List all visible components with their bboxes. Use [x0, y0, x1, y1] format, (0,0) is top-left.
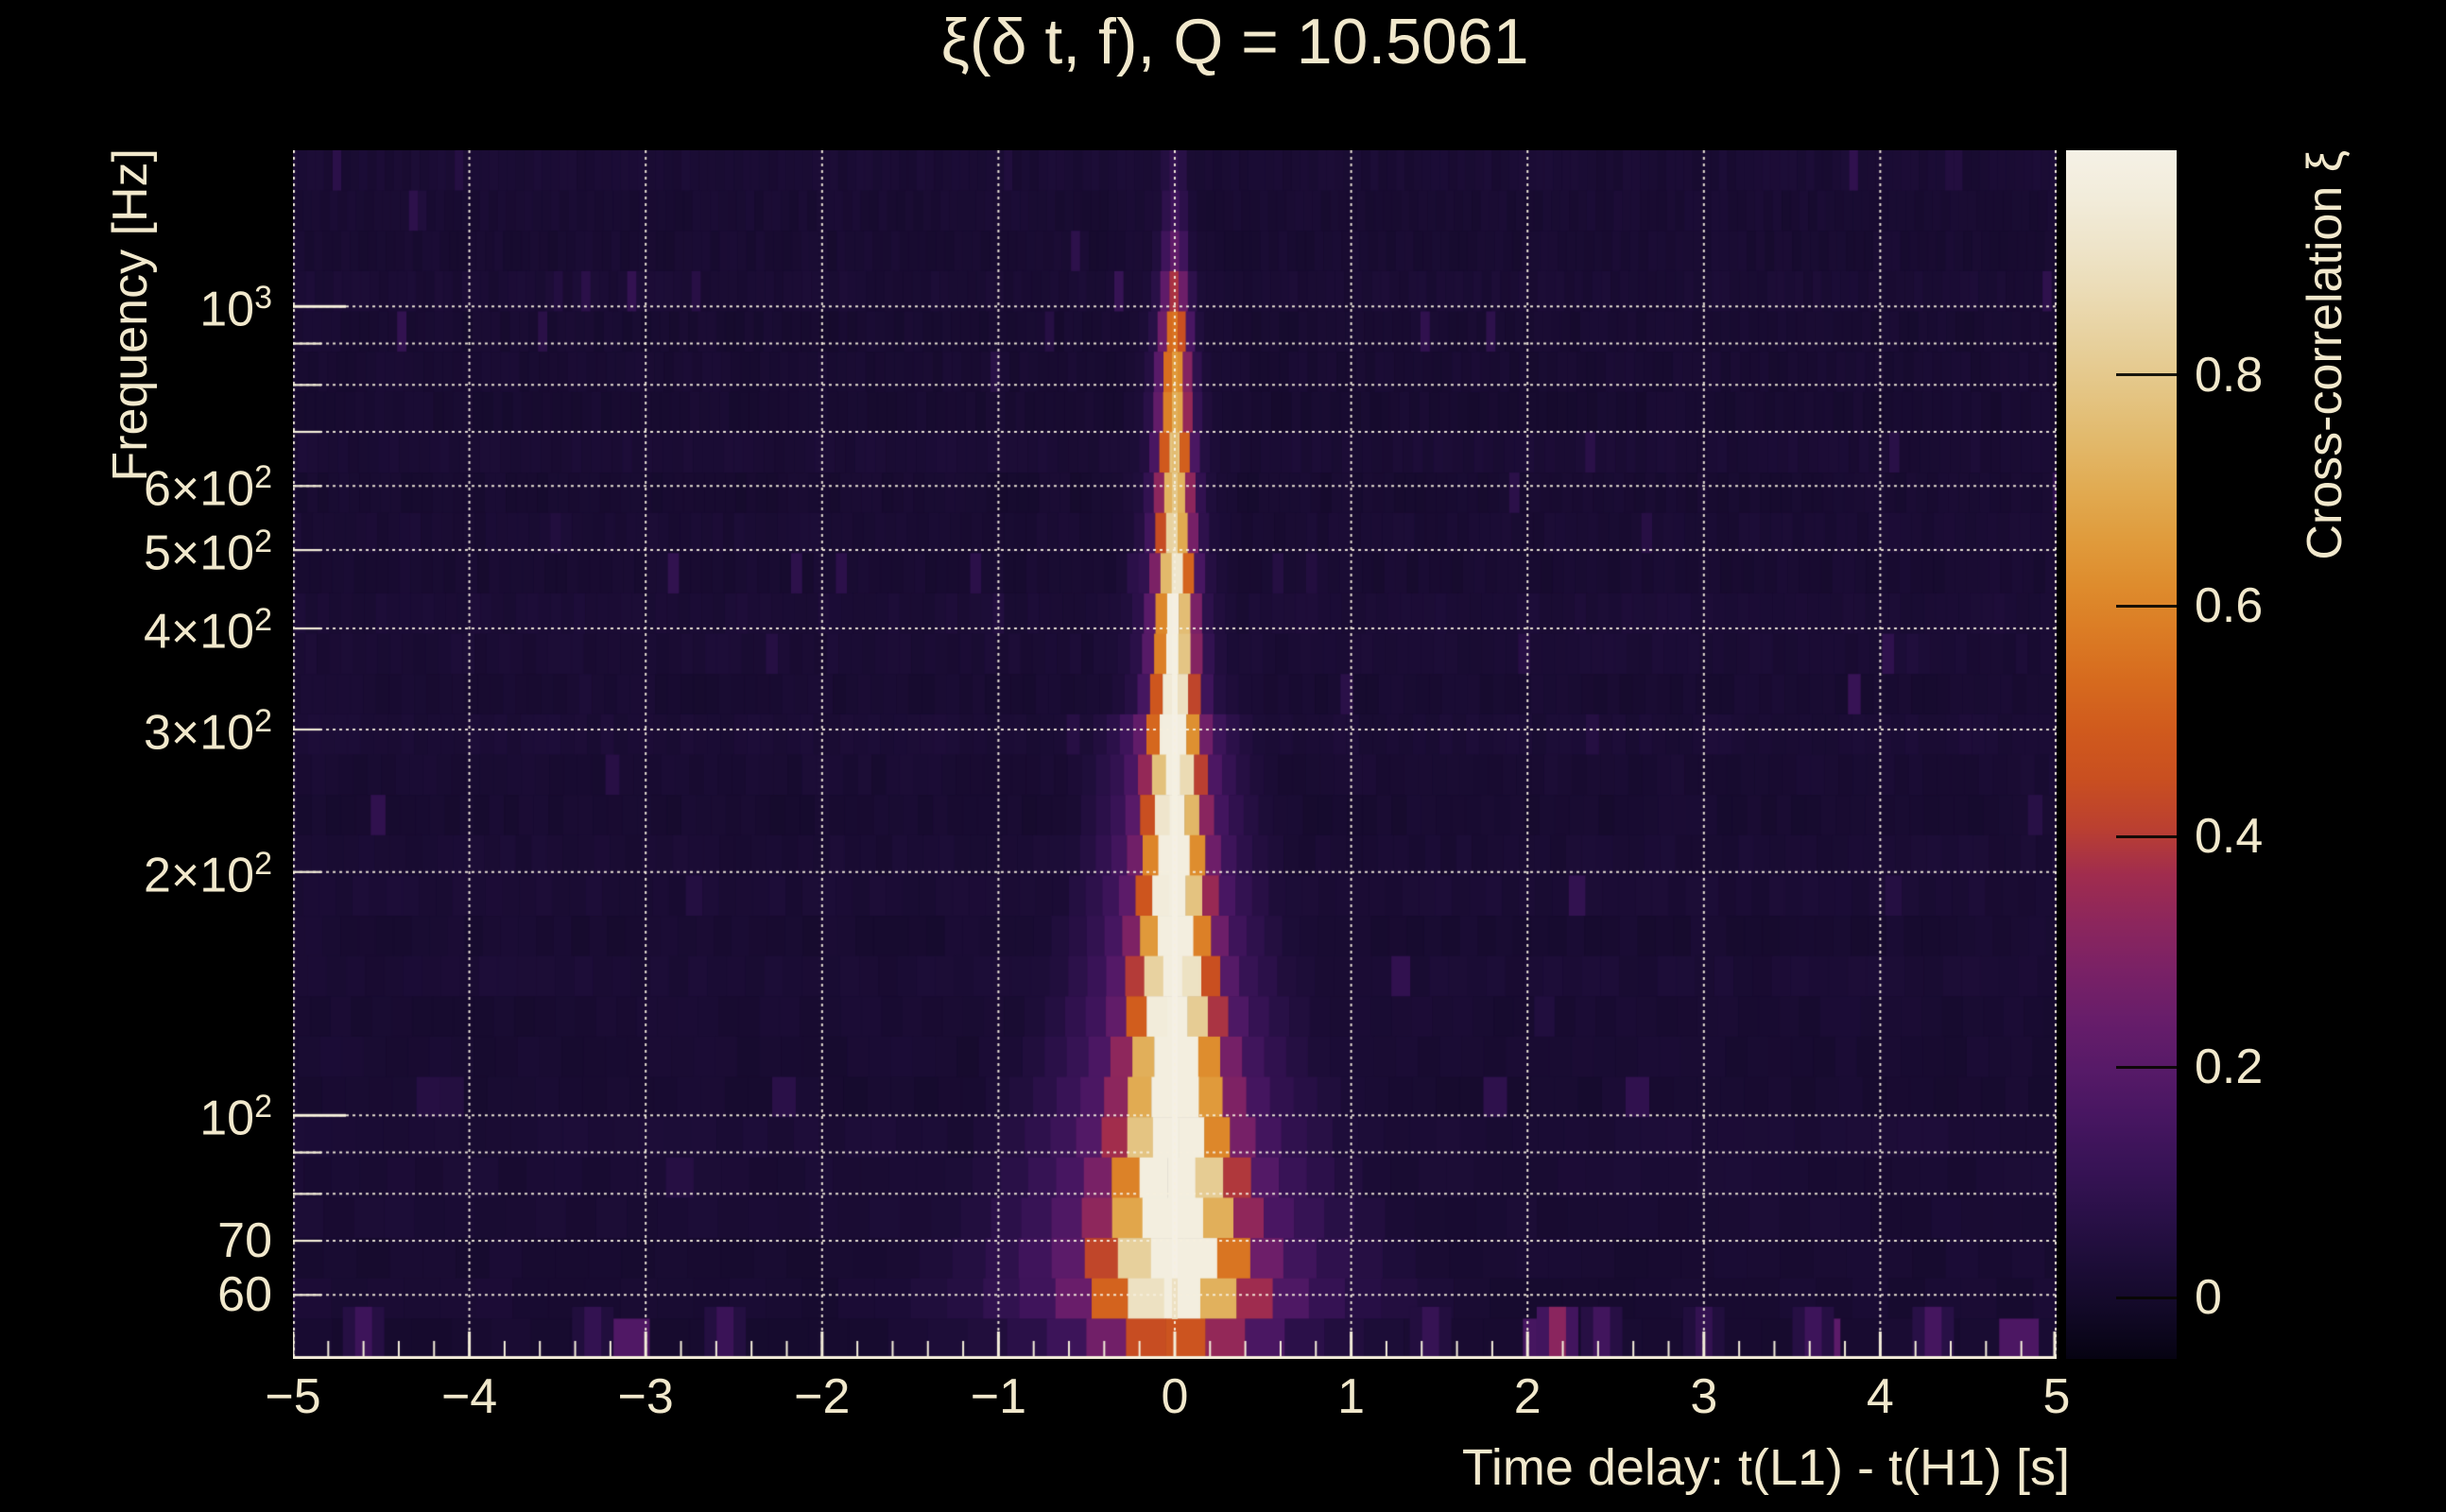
x-tick-label: 4 — [1866, 1369, 1894, 1424]
x-tick-label: −5 — [265, 1369, 321, 1424]
colorbar-tick-mark — [2116, 834, 2177, 838]
colorbar-gradient — [2066, 150, 2177, 1359]
y-tick-label: 4×102 — [143, 601, 272, 660]
x-tick-label: 2 — [1513, 1369, 1542, 1424]
colorbar-tick-mark — [2116, 1296, 2177, 1299]
y-tick-label: 5×102 — [143, 523, 272, 581]
y-tick-label: 2×102 — [143, 845, 272, 902]
x-tick-label: −4 — [440, 1369, 498, 1424]
x-axis-label: Time delay: t(L1) - t(H1) [s] — [1461, 1439, 2070, 1496]
x-tick-label: 5 — [2042, 1369, 2071, 1424]
colorbar-tick-label: 0 — [2195, 1270, 2222, 1326]
x-tick-label: −3 — [617, 1369, 674, 1424]
y-tick-label: 70 — [217, 1212, 272, 1268]
x-tick-label: 3 — [1690, 1369, 1718, 1424]
x-tick-label: 1 — [1337, 1369, 1366, 1424]
x-tick-label: 0 — [1161, 1369, 1189, 1424]
correlation-heatmap — [293, 150, 2057, 1359]
qscan-cross-correlation-figure: ξ(δ t, f), Q = 10.5061 Frequency [Hz] 10… — [0, 0, 2446, 1512]
colorbar-tick-mark — [2116, 1065, 2177, 1069]
y-tick-label: 103 — [199, 280, 272, 337]
colorbar-tick-mark — [2116, 604, 2177, 608]
colorbar-tick-label: 0.4 — [2195, 809, 2264, 865]
chart-title: ξ(δ t, f), Q = 10.5061 — [940, 6, 1529, 77]
colorbar-label: Cross-correlation ξ — [2298, 150, 2352, 560]
y-tick-label: 102 — [199, 1089, 272, 1146]
y-tick-label: 60 — [217, 1267, 272, 1323]
y-tick-label: 6×102 — [143, 459, 272, 517]
colorbar-tick-mark — [2116, 373, 2177, 377]
x-tick-label: −2 — [794, 1369, 851, 1424]
y-tick-label: 3×102 — [143, 702, 272, 761]
x-tick-label: −1 — [970, 1369, 1027, 1424]
colorbar-tick-label: 0.2 — [2195, 1040, 2264, 1095]
colorbar-tick-label: 0.6 — [2195, 578, 2264, 634]
